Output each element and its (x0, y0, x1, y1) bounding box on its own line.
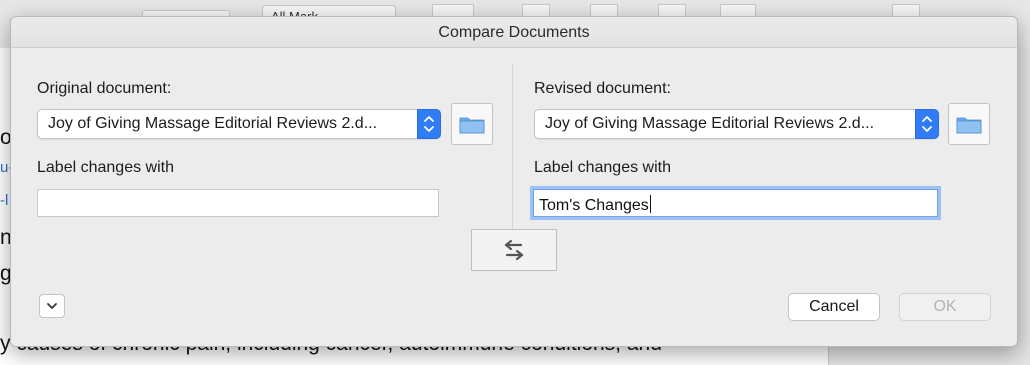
background-doc-line: -l (0, 192, 9, 209)
folder-icon (956, 117, 982, 134)
revised-label-heading: Label changes with (534, 159, 671, 176)
original-label-field[interactable] (37, 189, 439, 217)
revised-browse-button[interactable] (948, 103, 990, 145)
more-options-disclosure[interactable] (39, 294, 65, 318)
ok-button[interactable]: OK (899, 293, 991, 321)
revised-label-value: Tom's Changes (539, 197, 649, 214)
revised-document-heading: Revised document: (534, 80, 671, 97)
revised-document-popup[interactable]: Joy of Giving Massage Editorial Reviews … (534, 109, 939, 139)
up-down-chevrons-icon (417, 109, 441, 139)
cancel-button[interactable]: Cancel (788, 293, 880, 321)
original-document-value: Joy of Giving Massage Editorial Reviews … (48, 115, 378, 132)
revised-label-value-wrap: Tom's Changes (539, 195, 651, 215)
original-document-popup[interactable]: Joy of Giving Massage Editorial Reviews … (37, 109, 441, 139)
revised-label-field[interactable]: Tom's Changes (533, 189, 938, 217)
compare-documents-dialog: Compare Documents Original document: Joy… (10, 16, 1018, 347)
original-browse-button[interactable] (451, 103, 493, 145)
chevron-down-icon (47, 303, 57, 309)
dialog-title: Compare Documents (438, 24, 590, 41)
text-caret (649, 195, 651, 213)
swap-documents-button[interactable] (471, 229, 557, 271)
folder-icon (459, 117, 485, 134)
swap-arrows-icon (504, 239, 524, 261)
column-divider (512, 65, 513, 228)
original-label-heading: Label changes with (37, 159, 174, 176)
dialog-titlebar: Compare Documents (11, 17, 1017, 48)
original-document-heading: Original document: (37, 80, 172, 97)
up-down-chevrons-icon (915, 109, 939, 139)
revised-document-value: Joy of Giving Massage Editorial Reviews … (545, 115, 875, 132)
